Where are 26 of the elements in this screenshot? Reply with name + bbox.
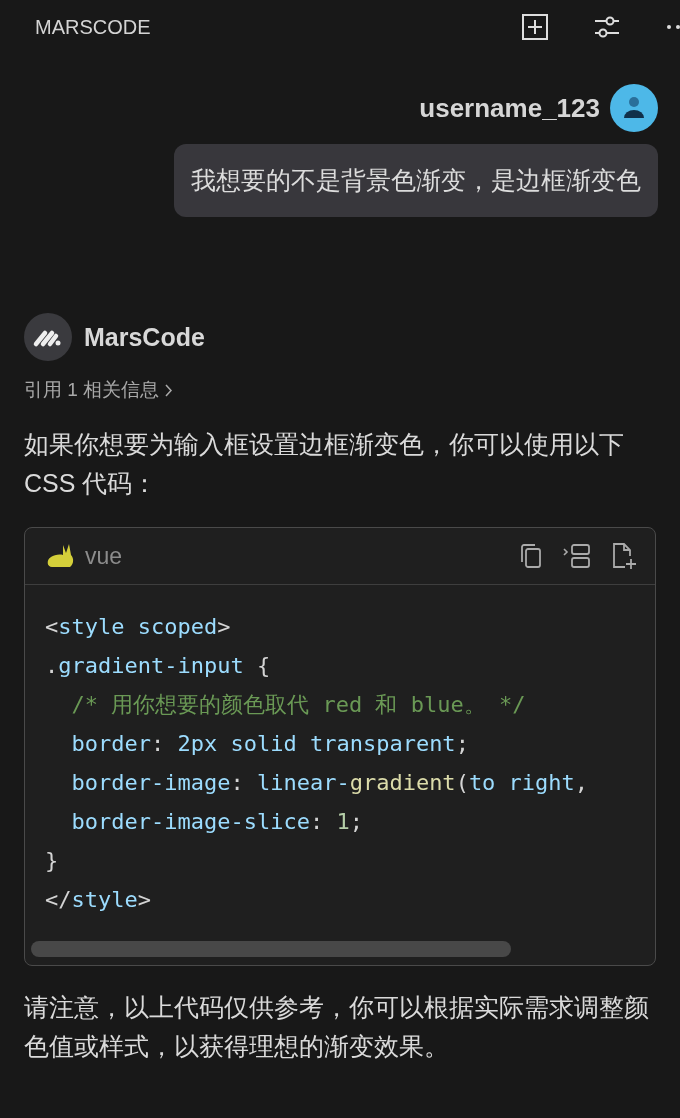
settings-icon[interactable] <box>594 15 620 39</box>
code-line: /* 用你想要的颜色取代 red 和 blue。 */ <box>70 691 527 719</box>
citation-link[interactable]: 引用 1 相关信息 <box>24 377 174 403</box>
more-icon[interactable] <box>666 24 680 30</box>
chevron-icon <box>165 383 174 397</box>
code-language: vue <box>85 542 124 570</box>
code-line: } <box>45 847 60 875</box>
panel-title: MARSCODE <box>35 15 152 39</box>
user-message: 我想要的不是背景色渐变，是边框渐变色 <box>174 144 658 217</box>
copy-icon[interactable] <box>519 543 543 569</box>
code-line: border-image-slice: 1; <box>70 808 364 836</box>
new-chat-icon[interactable] <box>522 14 548 40</box>
code-line: border-image: linear-gradient(to right, <box>70 769 590 797</box>
insert-icon[interactable] <box>563 543 591 569</box>
answer-intro: 如果你想要为输入框设置边框渐变色，你可以使用以下 CSS 代码： <box>24 429 625 499</box>
code-line: <style scoped> <box>45 613 232 641</box>
code-line: border: 2px solid transparent; <box>70 730 470 758</box>
username: username_123 <box>419 92 600 124</box>
new-file-icon[interactable] <box>611 542 637 570</box>
bot-name: MarsCode <box>84 322 205 352</box>
scrollbar-thumb[interactable] <box>31 941 511 957</box>
answer-note: 请注意，以上代码仅供参考，你可以根据实际需求调整颜色值或样式，以获得理想的渐变效果。 <box>24 992 650 1062</box>
code-line: </style> <box>45 886 152 914</box>
user-avatar-icon <box>610 84 658 132</box>
bot-avatar-icon <box>24 313 72 361</box>
code-line: .gradient-input { <box>45 652 272 680</box>
